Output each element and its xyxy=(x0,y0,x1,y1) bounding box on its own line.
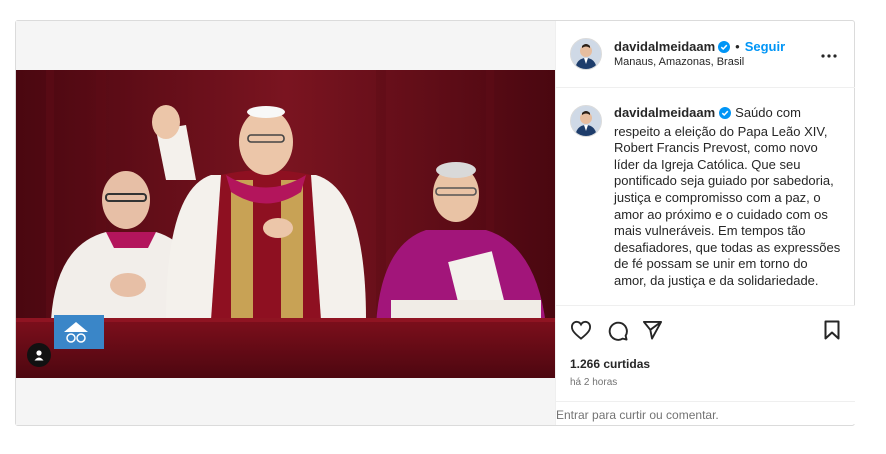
comment-login-prompt: Entrar para curtir ou comentar. xyxy=(556,401,855,425)
pope-balcony-photo xyxy=(16,70,555,378)
post-media[interactable] xyxy=(16,21,555,425)
avatar[interactable] xyxy=(570,38,602,70)
post-username[interactable]: davidalmeidaam xyxy=(614,39,715,54)
likes-count[interactable]: 1.266 curtidas xyxy=(570,357,650,371)
post-caption: davidalmeidaam Saúdo com respeito a eleiç… xyxy=(614,105,842,290)
caption-verified-badge-icon xyxy=(719,107,732,124)
post-actions: 1.266 curtidas há 2 horas Entrar para cu… xyxy=(556,305,855,424)
more-options-icon[interactable] xyxy=(821,45,837,63)
caption-username[interactable]: davidalmeidaam xyxy=(614,105,715,120)
heart-icon[interactable] xyxy=(570,320,592,345)
post-header: davidalmeidaam • Seguir Manaus, Amazonas, … xyxy=(556,21,855,88)
login-link[interactable]: Entrar xyxy=(556,408,589,422)
separator-dot: • xyxy=(735,39,740,54)
post-side-panel: davidalmeidaam • Seguir Manaus, Amazonas, … xyxy=(555,21,855,425)
bookmark-icon[interactable] xyxy=(824,320,840,345)
login-prompt-text: para curtir ou comentar. xyxy=(588,408,719,422)
follow-button[interactable]: Seguir xyxy=(745,39,785,54)
post-timestamp[interactable]: há 2 horas xyxy=(570,377,617,388)
vatican-media-logo xyxy=(54,315,104,349)
comment-icon[interactable] xyxy=(607,320,628,346)
instagram-post: davidalmeidaam • Seguir Manaus, Amazonas, … xyxy=(15,20,855,426)
post-photo[interactable] xyxy=(16,70,555,378)
user-tag-icon[interactable] xyxy=(27,343,51,367)
caption-avatar[interactable] xyxy=(570,105,602,137)
caption-text: Saúdo com respeito a eleição do Papa Leã… xyxy=(614,105,841,288)
share-icon[interactable] xyxy=(642,320,663,345)
post-location[interactable]: Manaus, Amazonas, Brasil xyxy=(614,56,744,68)
